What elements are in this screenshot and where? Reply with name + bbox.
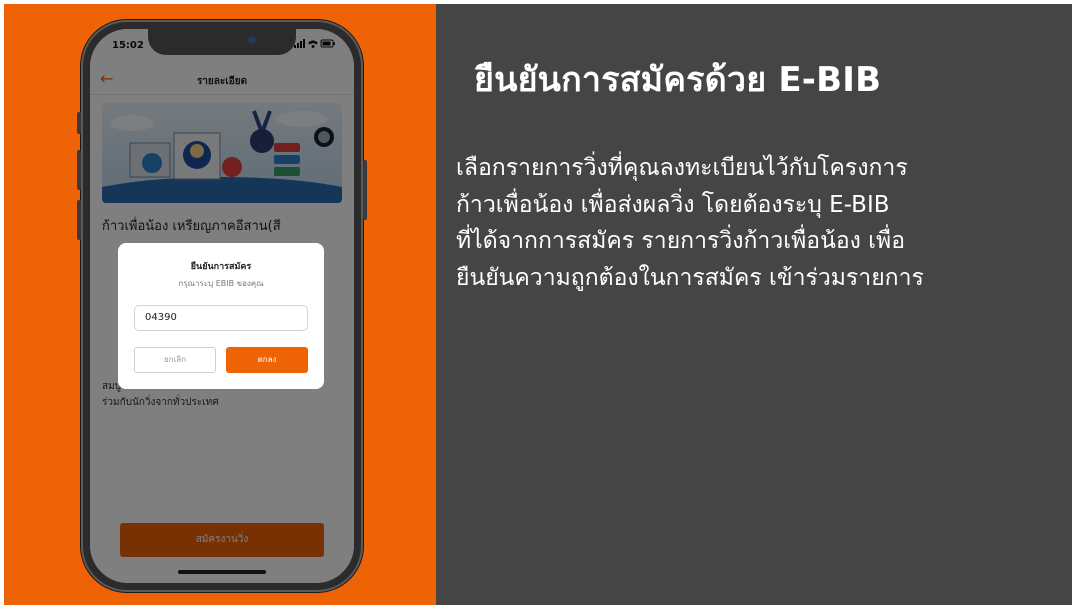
- body-line: ที่ได้จากการสมัคร รายการวิ่งก้าวเพื่อน้อ…: [456, 228, 906, 254]
- slide-body: เลือกรายการวิ่งที่คุณลงทะเบียนไว้กับโครง…: [456, 150, 1056, 296]
- slide: 15:02 ← รายละ: [4, 4, 1072, 605]
- body-line: เลือกรายการวิ่งที่คุณลงทะเบียนไว้กับโครง…: [456, 155, 908, 181]
- power-button: [363, 160, 367, 220]
- body-line: ยืนยันความถูกต้องในการสมัคร เข้าร่วมรายก…: [456, 264, 924, 291]
- volume-down-button: [77, 200, 81, 240]
- body-line: ก้าวเพื่อน้อง เพื่อส่งผลวิ่ง โดยต้องระบุ…: [456, 191, 890, 218]
- home-indicator: [178, 570, 266, 574]
- phone-mockup: 15:02 ← รายละ: [77, 20, 367, 592]
- left-panel: 15:02 ← รายละ: [4, 4, 436, 605]
- phone-screen: 15:02 ← รายละ: [90, 29, 354, 583]
- confirm-button[interactable]: ตกลง: [226, 347, 308, 373]
- mute-switch: [77, 112, 81, 134]
- dialog-subtitle: กรุณาระบุ EBIB ของคุณ: [178, 279, 264, 288]
- right-panel: ยืนยันการสมัครด้วย E-BIB เลือกรายการวิ่ง…: [436, 4, 1072, 605]
- ebib-input[interactable]: 04390: [134, 305, 308, 331]
- camera-icon: [248, 36, 256, 44]
- volume-up-button: [77, 150, 81, 190]
- cancel-button[interactable]: ยกเลิก: [134, 347, 216, 373]
- ebib-confirm-dialog: ยืนยันการสมัคร กรุณาระบุ EBIB ของคุณ 043…: [118, 243, 324, 389]
- phone-notch: [148, 29, 296, 55]
- dialog-title: ยืนยันการสมัคร: [190, 262, 252, 272]
- slide-title: ยืนยันการสมัครด้วย E-BIB: [474, 60, 882, 100]
